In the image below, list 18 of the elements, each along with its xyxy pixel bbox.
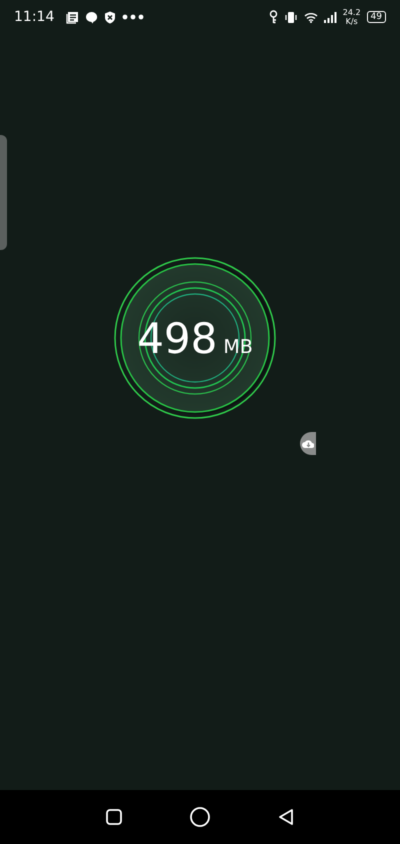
battery-level: 49 [366, 11, 386, 23]
cloud-download-icon [302, 438, 314, 448]
back-button[interactable] [277, 808, 295, 826]
clock-time: 11:14 [14, 9, 54, 25]
wifi-icon [304, 12, 318, 22]
edge-handle[interactable] [0, 135, 7, 250]
signal-icon [324, 12, 337, 22]
network-speed: 24.2 [342, 8, 361, 17]
vibrate-icon [284, 10, 298, 24]
speed-unit: K/s [346, 17, 358, 26]
floating-cloud-button[interactable] [300, 432, 316, 455]
notes-icon [66, 10, 80, 24]
recent-apps-button[interactable] [105, 808, 123, 826]
key-icon [268, 10, 278, 24]
home-button[interactable] [189, 806, 211, 828]
chat-icon [85, 10, 98, 24]
shield-icon [104, 10, 116, 24]
more-icon [122, 14, 144, 20]
